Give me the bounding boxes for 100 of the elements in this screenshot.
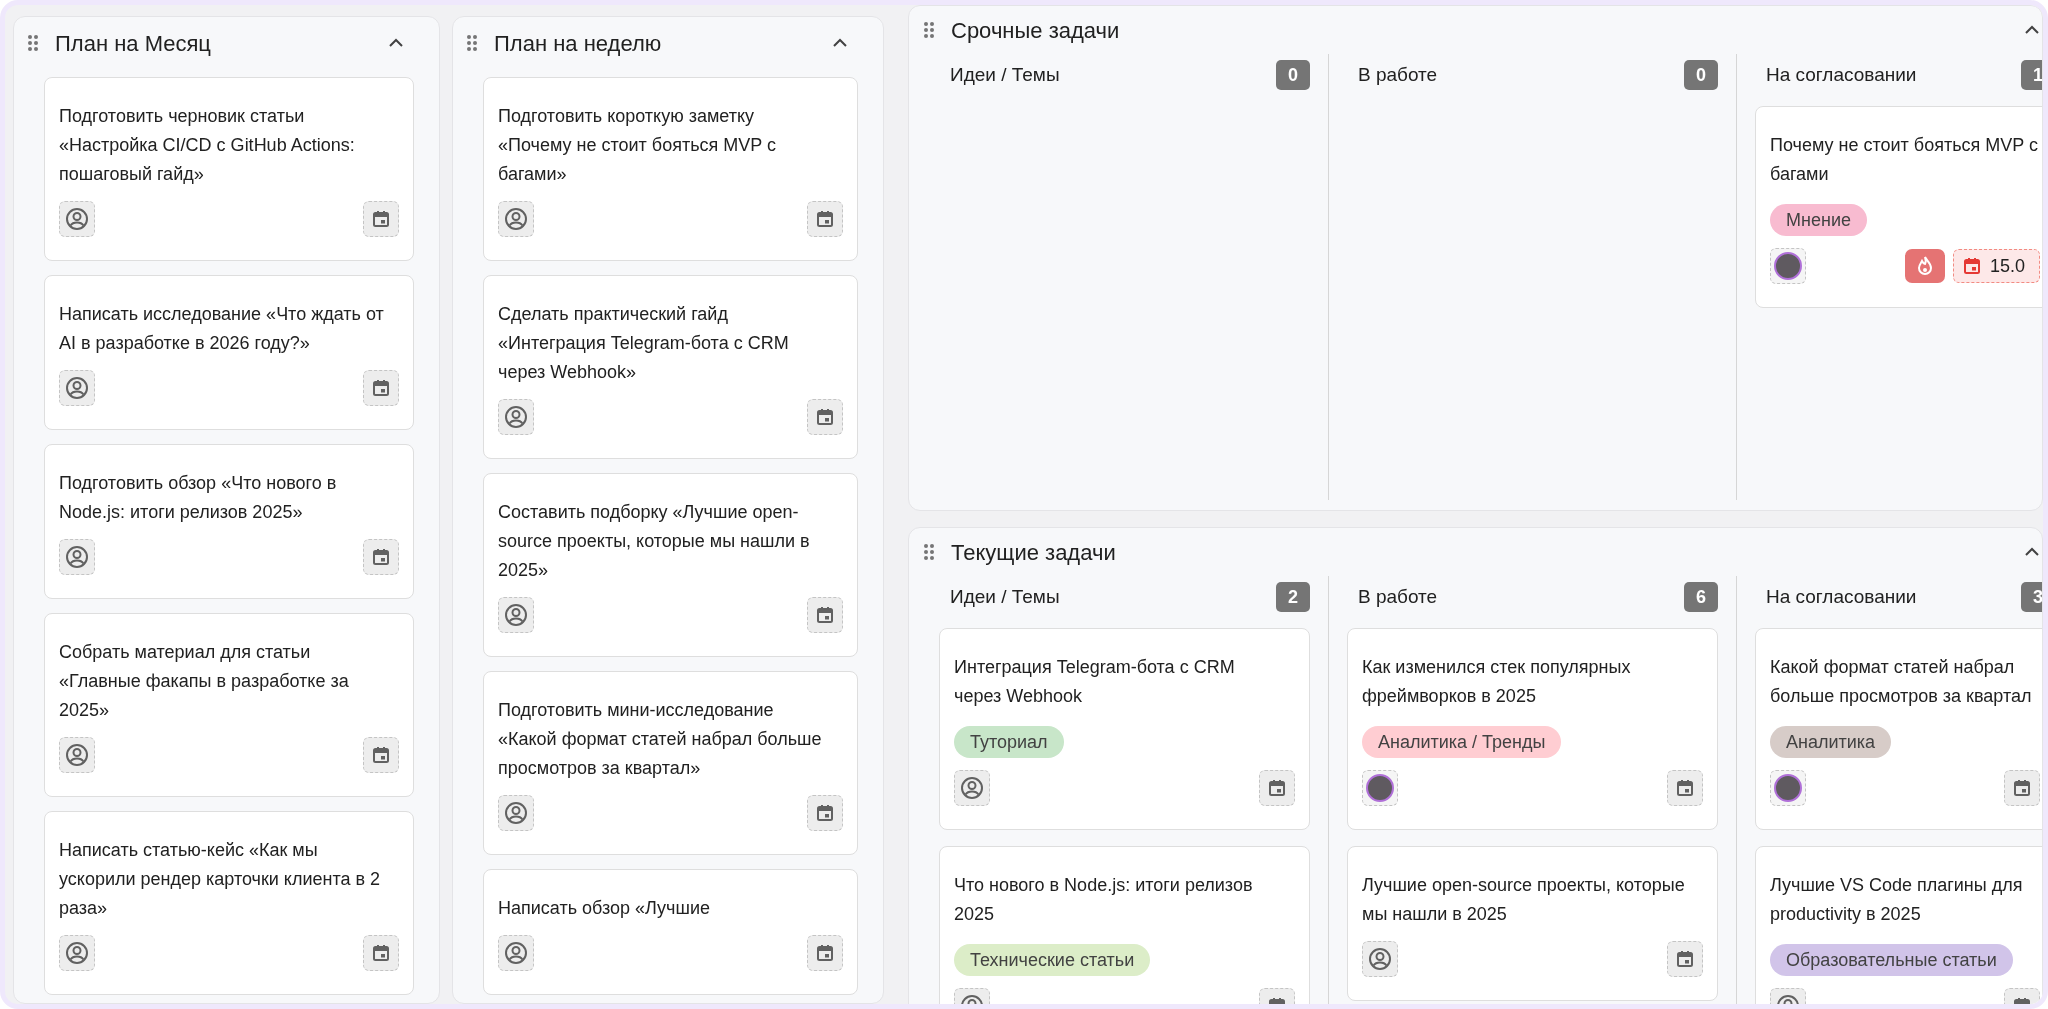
task-card[interactable]: Лучшие open-source проекты, которые мы нашли в 2025	[1347, 846, 1718, 1001]
task-card[interactable]: Написать обзор «Лучшие	[483, 869, 858, 995]
task-card[interactable]: Подготовить обзор «Что нового в Node.js: итоги релизов 2025»	[44, 444, 414, 599]
chevron-up-icon[interactable]	[388, 38, 404, 48]
assign-user-button[interactable]	[498, 597, 534, 633]
card-title: Написать статью-кейс «Как мы ускорили рендер карточки клиента в 2 раза»	[59, 839, 382, 920]
assign-user-button[interactable]	[498, 399, 534, 435]
drag-handle-icon[interactable]	[923, 543, 935, 561]
panel-title: Текущие задачи	[951, 538, 1116, 567]
date-picker-button[interactable]	[363, 935, 399, 971]
tag-chip: Аналитика / Тренды	[1362, 726, 1562, 758]
chevron-up-icon[interactable]	[2024, 547, 2040, 557]
calendar-icon	[1675, 778, 1695, 798]
tag-chip: Образовательные статьи	[1770, 944, 2013, 976]
task-card[interactable]: Составить подборку «Лучшие open-source проекты, которые мы нашли в 2025»	[483, 473, 858, 657]
date-picker-button[interactable]	[807, 201, 843, 237]
tag-chip: Аналитика	[1770, 726, 1892, 758]
card-title: Сделать практический гайд «Интеграция Telegram-бота с CRM через Webhook»	[498, 303, 790, 384]
user-circle-icon	[504, 801, 528, 825]
date-picker-button[interactable]	[807, 935, 843, 971]
assign-user-button[interactable]	[498, 201, 534, 237]
task-card[interactable]: Сделать практический гайд «Интеграция Telegram-бота с CRM через Webhook»	[483, 275, 858, 459]
task-card[interactable]: Подготовить короткую заметку «Почему не стоит бояться MVP с багами»	[483, 77, 858, 261]
count-badge: 2	[1276, 582, 1310, 612]
tag-chip: Мнение	[1770, 204, 1867, 236]
card-title: Составить подборку «Лучшие open-source проекты, которые мы нашли в 2025»	[498, 501, 811, 582]
user-circle-icon	[504, 207, 528, 231]
date-picker-button[interactable]	[363, 737, 399, 773]
task-card[interactable]: Как изменился стек популярных фреймворков в 2025 Аналитика / Тренды	[1347, 628, 1718, 830]
card-title: Подготовить короткую заметку «Почему не стоит бояться MVP с багами»	[498, 105, 777, 186]
calendar-icon	[371, 745, 391, 765]
column-title: Идеи / Темы	[950, 584, 1060, 609]
assign-user-button[interactable]	[954, 770, 990, 806]
drag-handle-icon[interactable]	[466, 34, 478, 52]
chevron-up-icon[interactable]	[832, 38, 848, 48]
user-circle-icon	[65, 376, 89, 400]
task-card[interactable]: Почему не стоит бояться MVP с багами Мнение 15.0	[1755, 106, 2042, 308]
panel-title: План на Месяц	[55, 29, 211, 58]
date-picker-button[interactable]	[807, 399, 843, 435]
date-picker-button[interactable]	[363, 201, 399, 237]
assign-user-button[interactable]	[498, 795, 534, 831]
avatar[interactable]	[1770, 248, 1806, 284]
card-title: Подготовить мини-исследование «Какой формат статей набрал больше просмотров за квартал»	[498, 699, 823, 780]
card-title: Собрать материал для статьи «Главные факапы в разработке за 2025»	[59, 641, 350, 722]
date-picker-button[interactable]	[363, 370, 399, 406]
column-title: В работе	[1358, 62, 1438, 87]
date-picker-button[interactable]	[807, 597, 843, 633]
date-picker-button[interactable]	[807, 795, 843, 831]
card-title: Лучшие VS Code плагины для productivity в 2025	[1770, 874, 2024, 926]
task-card[interactable]: Какой формат статей набрал больше просмотров за квартал Аналитика	[1755, 628, 2042, 830]
calendar-icon	[1675, 949, 1695, 969]
assign-user-button[interactable]	[59, 539, 95, 575]
count-badge: 0	[1276, 60, 1310, 90]
task-card[interactable]: Что нового в Node.js: итоги релизов 2025 Технические статьи	[939, 846, 1310, 1004]
task-card[interactable]: Собрать материал для статьи «Главные факапы в разработке за 2025»	[44, 613, 414, 797]
avatar[interactable]	[1362, 770, 1398, 806]
task-card[interactable]: Подготовить черновик статьи «Настройка CI/CD с GitHub Actions: пошаговый гайд»	[44, 77, 414, 261]
count-badge: 6	[1684, 582, 1718, 612]
task-card[interactable]: Подготовить мини-исследование «Какой формат статей набрал больше просмотров за квартал»	[483, 671, 858, 855]
user-circle-icon	[504, 603, 528, 627]
calendar-icon	[815, 407, 835, 427]
date-picker-button[interactable]	[1667, 770, 1703, 806]
avatar[interactable]	[1770, 770, 1806, 806]
card-title: Подготовить черновик статьи «Настройка CI/CD с GitHub Actions: пошаговый гайд»	[59, 105, 356, 186]
column-title: Идеи / Темы	[950, 62, 1060, 87]
card-title: Что нового в Node.js: итоги релизов 2025	[954, 874, 1254, 926]
card-title: Почему не стоит бояться MVP с багами	[1770, 134, 2039, 186]
assign-user-button[interactable]	[59, 201, 95, 237]
card-title: Какой формат статей набрал больше просмотров за квартал	[1770, 656, 2033, 708]
date-picker-button[interactable]	[1667, 941, 1703, 977]
user-circle-icon	[65, 207, 89, 231]
tag-chip: Туториал	[954, 726, 1064, 758]
drag-handle-icon[interactable]	[27, 34, 39, 52]
date-picker-button[interactable]	[1259, 770, 1295, 806]
user-circle-icon	[960, 776, 984, 800]
count-badge: 1	[2021, 60, 2042, 90]
date-picker-button[interactable]	[2004, 770, 2040, 806]
calendar-icon	[371, 547, 391, 567]
user-circle-icon	[65, 743, 89, 767]
assign-user-button[interactable]	[498, 935, 534, 971]
task-card[interactable]: Лучшие VS Code плагины для productivity в 2025 Образовательные статьи	[1755, 846, 2042, 1004]
column-title: На согласовании	[1766, 62, 1917, 87]
task-card[interactable]: Написать статью-кейс «Как мы ускорили рендер карточки клиента в 2 раза»	[44, 811, 414, 995]
count-badge: 0	[1684, 60, 1718, 90]
user-circle-icon	[504, 405, 528, 429]
due-date-chip[interactable]: 15.0	[1952, 249, 2040, 283]
task-card[interactable]: Интеграция Telegram-бота с CRM через Webhook Туториал	[939, 628, 1310, 830]
task-card[interactable]: Написать исследование «Что ждать от AI в разработке в 2026 году?»	[44, 275, 414, 430]
card-title: Как изменился стек популярных фреймворков в 2025	[1362, 656, 1632, 708]
calendar-icon	[1961, 256, 1982, 276]
user-circle-icon	[1368, 947, 1392, 971]
assign-user-button[interactable]	[59, 370, 95, 406]
column-title: В работе	[1358, 584, 1438, 609]
assign-user-button[interactable]	[1362, 941, 1398, 977]
drag-handle-icon[interactable]	[923, 21, 935, 39]
count-badge: 3	[2021, 582, 2042, 612]
chevron-up-icon[interactable]	[2024, 25, 2040, 35]
assign-user-button[interactable]	[59, 737, 95, 773]
assign-user-button[interactable]	[59, 935, 95, 971]
date-picker-button[interactable]	[363, 539, 399, 575]
